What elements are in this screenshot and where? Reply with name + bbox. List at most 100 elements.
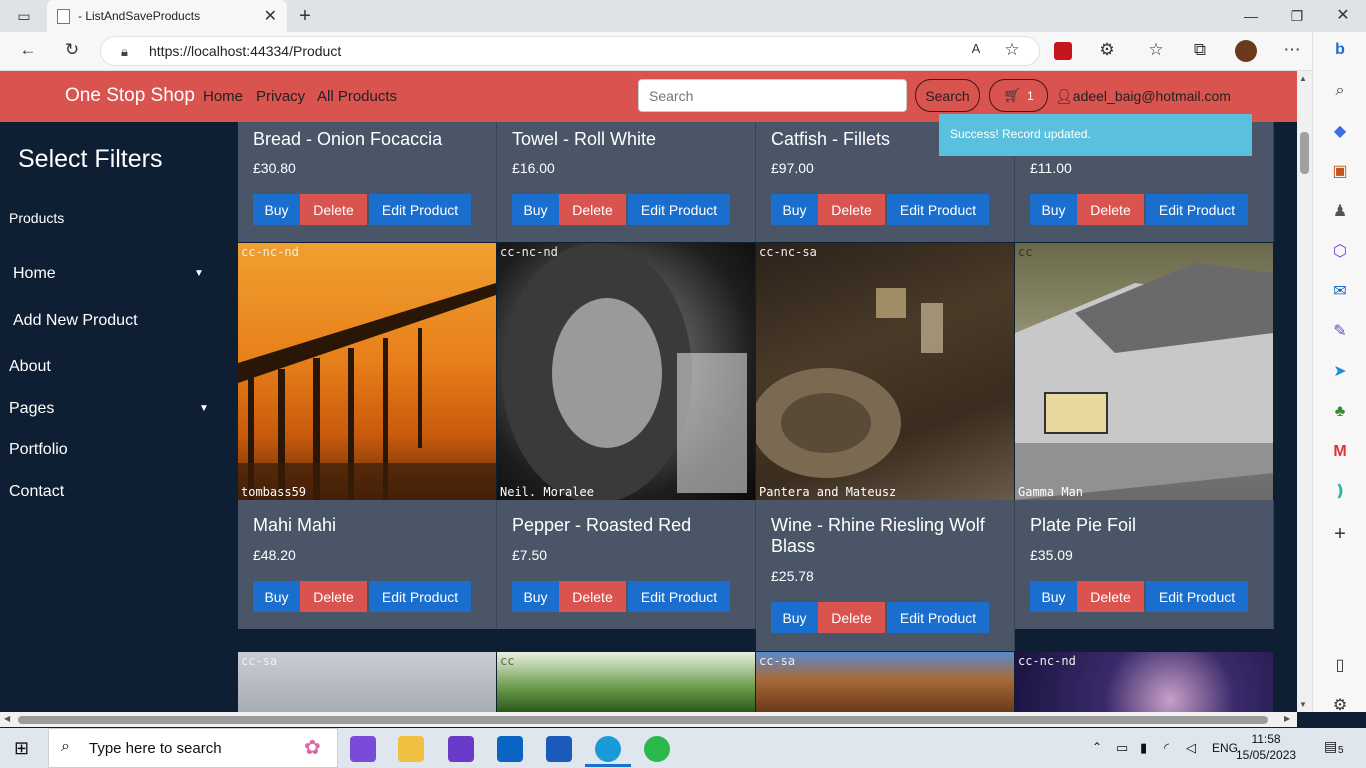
tools-icon[interactable]: ▣ bbox=[1328, 160, 1352, 184]
delete-button[interactable]: Delete bbox=[1077, 581, 1144, 612]
settings-icon[interactable]: ⚙ bbox=[1328, 694, 1352, 718]
sidebar-item-home[interactable]: Home bbox=[13, 265, 56, 283]
scroll-up-icon[interactable]: ▲ bbox=[1299, 74, 1307, 83]
edit-product-button[interactable]: Edit Product bbox=[628, 194, 730, 225]
vertical-scroll-thumb[interactable] bbox=[1300, 132, 1309, 174]
outlook-icon[interactable]: ✉ bbox=[1328, 280, 1352, 304]
whatsapp-icon[interactable] bbox=[644, 736, 670, 762]
nav-privacy[interactable]: Privacy bbox=[256, 88, 305, 105]
product-image[interactable]: cc-nc-nd bbox=[1015, 652, 1273, 712]
sidebar-item-contact[interactable]: Contact bbox=[9, 483, 64, 501]
delete-button[interactable]: Delete bbox=[300, 194, 367, 225]
delete-button[interactable]: Delete bbox=[559, 581, 626, 612]
search-input[interactable] bbox=[638, 79, 907, 112]
search-button[interactable]: Search bbox=[915, 79, 980, 112]
visual-studio-icon[interactable] bbox=[350, 736, 376, 762]
scroll-left-icon[interactable]: ◀ bbox=[4, 714, 10, 723]
browser-tab[interactable]: - ListAndSaveProducts ✕ bbox=[47, 0, 287, 32]
product-image[interactable]: cc bbox=[497, 652, 755, 712]
scroll-down-icon[interactable]: ▼ bbox=[1299, 700, 1307, 709]
user-account[interactable]: 👤︎adeel_baig@hotmail.com bbox=[1055, 88, 1231, 105]
games-icon[interactable]: ♟ bbox=[1328, 200, 1352, 224]
send-icon[interactable]: ➤ bbox=[1328, 360, 1352, 384]
search-icon[interactable]: ⌕ bbox=[1328, 79, 1352, 103]
close-window-icon[interactable]: ✕ bbox=[1328, 0, 1358, 32]
delete-button[interactable]: Delete bbox=[818, 194, 885, 225]
buy-button[interactable]: Buy bbox=[1030, 194, 1077, 225]
product-image[interactable]: cc-sa bbox=[238, 652, 496, 712]
tab-actions-icon[interactable]: ▭ bbox=[10, 0, 38, 32]
nav-home[interactable]: Home bbox=[203, 88, 243, 105]
product-image[interactable]: cc-nc-nd tombass59 bbox=[238, 243, 496, 500]
buy-button[interactable]: Buy bbox=[253, 194, 300, 225]
pdf-extension-icon[interactable] bbox=[1054, 42, 1072, 60]
edit-product-button[interactable]: Edit Product bbox=[887, 194, 989, 225]
shopping-icon[interactable]: ◆ bbox=[1328, 120, 1352, 144]
system-clock[interactable]: 11:58 15/05/2023 bbox=[1236, 731, 1296, 763]
tree-icon[interactable]: ♣ bbox=[1328, 400, 1352, 424]
chevron-down-icon[interactable]: ▼ bbox=[199, 403, 209, 414]
network-icon[interactable]: ▭ bbox=[1116, 740, 1128, 756]
favorites-icon[interactable]: ☆ bbox=[1142, 40, 1170, 60]
read-aloud-icon[interactable]: A bbox=[962, 41, 990, 56]
product-image[interactable]: cc Gamma Man bbox=[1015, 243, 1273, 500]
delete-button[interactable]: Delete bbox=[818, 602, 885, 633]
drop-icon[interactable]: ❫ bbox=[1328, 480, 1352, 504]
horizontal-scroll-thumb[interactable] bbox=[18, 716, 1268, 724]
add-favorite-icon[interactable]: ☆ bbox=[998, 40, 1026, 60]
outlook-icon[interactable] bbox=[497, 736, 523, 762]
delete-button[interactable]: Delete bbox=[559, 194, 626, 225]
edit-product-button[interactable]: Edit Product bbox=[1146, 194, 1248, 225]
edit-product-button[interactable]: Edit Product bbox=[887, 602, 989, 633]
buy-button[interactable]: Buy bbox=[253, 581, 300, 612]
edit-product-button[interactable]: Edit Product bbox=[369, 581, 471, 612]
file-explorer-icon[interactable] bbox=[398, 736, 424, 762]
delete-button[interactable]: Delete bbox=[1077, 194, 1144, 225]
sidebar-item-about[interactable]: About bbox=[9, 358, 51, 376]
taskbar-search[interactable]: ⌕ Type here to search ✿ bbox=[48, 728, 338, 768]
wifi-icon[interactable]: ◜ bbox=[1164, 740, 1169, 756]
battery-icon[interactable]: ▮ bbox=[1140, 740, 1147, 756]
bing-icon[interactable]: b bbox=[1328, 38, 1352, 62]
scroll-right-icon[interactable]: ▶ bbox=[1284, 714, 1290, 723]
visual-studio-preview-icon[interactable] bbox=[448, 736, 474, 762]
profile-avatar[interactable] bbox=[1235, 40, 1257, 62]
sidebar-item-add-new-product[interactable]: Add New Product bbox=[13, 312, 138, 330]
refresh-icon[interactable]: ↻ bbox=[58, 40, 86, 60]
collections-icon[interactable]: ⧉ bbox=[1186, 40, 1214, 60]
product-image[interactable]: cc-nc-sa Pantera and Mateusz bbox=[756, 243, 1014, 500]
buy-button[interactable]: Buy bbox=[771, 194, 818, 225]
address-bar[interactable]: 🔒︎ https://localhost:44334/Product bbox=[100, 36, 1040, 66]
buy-button[interactable]: Buy bbox=[771, 602, 818, 633]
nav-all-products[interactable]: All Products bbox=[317, 88, 397, 105]
more-icon[interactable]: ⋯ bbox=[1278, 40, 1306, 60]
delete-button[interactable]: Delete bbox=[300, 581, 367, 612]
windows-start-icon[interactable]: ⊞ bbox=[14, 738, 29, 759]
product-image[interactable]: cc-sa bbox=[756, 652, 1014, 712]
chevron-down-icon[interactable]: ▼ bbox=[194, 268, 204, 279]
edit-product-button[interactable]: Edit Product bbox=[1146, 581, 1248, 612]
brand-logo[interactable]: One Stop Shop bbox=[65, 85, 195, 107]
edit-product-button[interactable]: Edit Product bbox=[369, 194, 471, 225]
edge-icon[interactable] bbox=[595, 736, 621, 762]
editor-icon[interactable]: ✎ bbox=[1328, 320, 1352, 344]
language-indicator[interactable]: ENG bbox=[1212, 741, 1238, 755]
sidebar-item-pages[interactable]: Pages bbox=[9, 400, 54, 418]
extensions-icon[interactable]: ⚙ bbox=[1093, 40, 1121, 60]
buy-button[interactable]: Buy bbox=[512, 194, 559, 225]
back-icon[interactable]: ← bbox=[14, 40, 42, 60]
cart-button[interactable]: 🛒︎ 1 bbox=[989, 79, 1048, 112]
notifications-icon[interactable]: ▤ bbox=[1324, 738, 1337, 755]
gmail-icon[interactable]: M bbox=[1328, 440, 1352, 464]
new-tab-icon[interactable]: + bbox=[292, 0, 318, 32]
sidebar-item-portfolio[interactable]: Portfolio bbox=[9, 441, 68, 459]
minimize-icon[interactable]: — bbox=[1236, 0, 1266, 32]
chevron-up-icon[interactable]: ⌃ bbox=[1092, 740, 1102, 754]
product-image[interactable]: cc-nc-nd Neil. Moralee bbox=[497, 243, 755, 500]
buy-button[interactable]: Buy bbox=[1030, 581, 1077, 612]
add-icon[interactable]: + bbox=[1328, 522, 1352, 546]
volume-icon[interactable]: ◁ bbox=[1186, 740, 1196, 756]
sidebar-panel-icon[interactable]: ▯ bbox=[1328, 654, 1352, 678]
word-icon[interactable] bbox=[546, 736, 572, 762]
edit-product-button[interactable]: Edit Product bbox=[628, 581, 730, 612]
